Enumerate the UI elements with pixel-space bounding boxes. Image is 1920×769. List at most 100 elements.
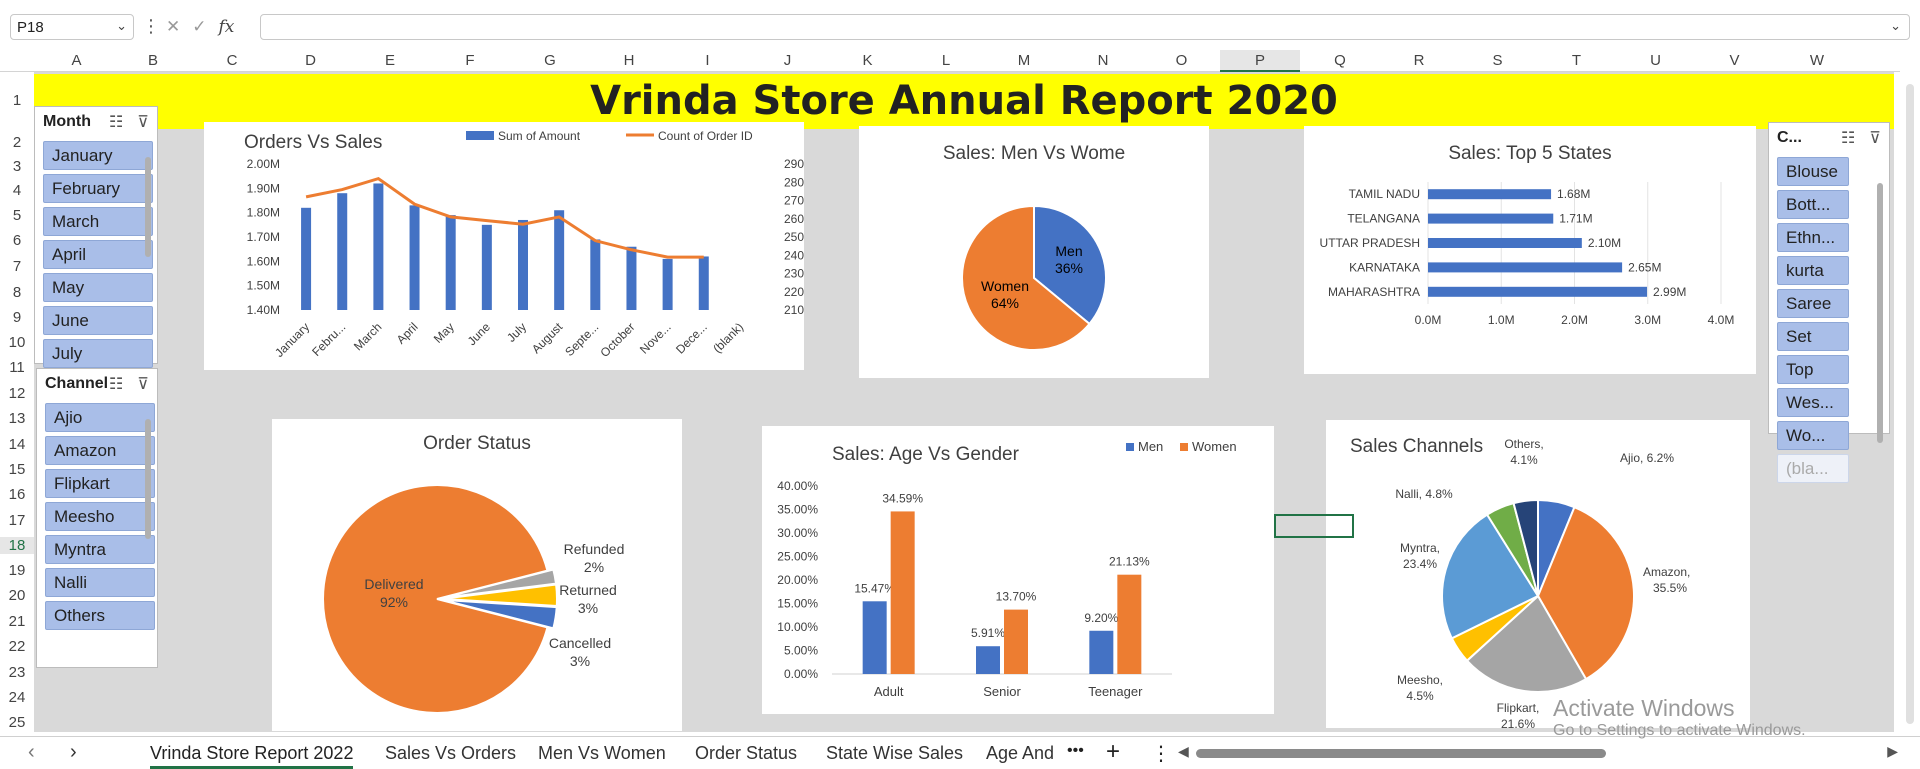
- category-slicer-item-3[interactable]: kurta: [1777, 256, 1849, 285]
- expand-formula-icon[interactable]: ⌄: [1890, 18, 1901, 34]
- category-slicer-item-4[interactable]: Saree: [1777, 289, 1849, 318]
- channel-slicer-item-3[interactable]: Meesho: [45, 502, 155, 531]
- order-status-chart[interactable]: Order Status Delivered 92% Refunded 2% Return…: [272, 419, 682, 731]
- sheet-tab-2[interactable]: Men Vs Women: [538, 743, 666, 764]
- formula-buttons: ✕ ✓ fx: [166, 15, 256, 39]
- multi-select-icon[interactable]: ☷: [1841, 128, 1855, 148]
- prev-sheet-icon[interactable]: ‹: [28, 741, 35, 764]
- insert-function-icon[interactable]: fx: [219, 17, 235, 37]
- chart-title: Sales: Top 5 States: [1448, 143, 1611, 164]
- horizontal-scrollbar[interactable]: ◀ ▶: [1178, 743, 1898, 761]
- row-header-20: 20: [8, 587, 26, 604]
- chart-title: Orders Vs Sales: [244, 132, 382, 153]
- month-slicer-item-0[interactable]: January: [43, 141, 153, 170]
- channel-slicer-item-5[interactable]: Nalli: [45, 568, 155, 597]
- x-tick: Dece...: [673, 320, 710, 357]
- sheet-tab-0[interactable]: Vrinda Store Report 2022: [150, 743, 354, 769]
- legend-label-women: Women: [1192, 439, 1237, 454]
- enter-icon[interactable]: ✓: [192, 17, 206, 37]
- month-slicer-scrollbar[interactable]: [145, 157, 151, 257]
- x-tick: 3.0M: [1634, 313, 1661, 327]
- sheet-menu-icon[interactable]: ⋮: [1151, 741, 1171, 766]
- channel-slicer: Channel ☷ ⊽ Ajio Amazon Flipkart Meesho Myntra…: [36, 368, 158, 668]
- x-tick: March: [351, 320, 384, 353]
- column-header-g: G: [544, 52, 556, 69]
- multi-select-icon[interactable]: ☷: [109, 112, 123, 132]
- row-header-25: 25: [8, 714, 26, 731]
- next-sheet-icon[interactable]: ›: [70, 741, 77, 764]
- bar-amount: [518, 219, 528, 310]
- category-slicer-item-9[interactable]: (bla...: [1777, 454, 1849, 483]
- orders-vs-sales-chart[interactable]: Orders Vs Sales Sum of Amount Count of Ord…: [204, 122, 811, 370]
- clear-filter-icon[interactable]: ⊽: [137, 112, 149, 132]
- month-slicer-item-3[interactable]: April: [43, 240, 153, 269]
- month-slicer-item-1[interactable]: February: [43, 174, 153, 203]
- row-header-7: 7: [12, 258, 22, 275]
- month-slicer-item-6[interactable]: July: [43, 339, 153, 368]
- bar-women: [890, 511, 915, 674]
- y-right-tick: 2200: [784, 285, 804, 299]
- row-header-8: 8: [12, 284, 22, 301]
- bar-amount: [554, 210, 565, 310]
- sheet-tab-5[interactable]: Age And: [986, 743, 1054, 764]
- data-label: Myntra,: [1400, 541, 1440, 555]
- selected-cell[interactable]: [1274, 514, 1354, 538]
- y-right-tick: 2100: [784, 303, 804, 317]
- channel-slicer-item-1[interactable]: Amazon: [45, 436, 155, 465]
- y-tick: 35.00%: [777, 503, 818, 517]
- more-sheets-icon[interactable]: •••: [1067, 742, 1084, 760]
- month-slicer-item-2[interactable]: March: [43, 207, 153, 236]
- category-slicer-item-0[interactable]: Blouse: [1777, 157, 1849, 186]
- multi-select-icon[interactable]: ☷: [109, 374, 123, 394]
- month-slicer-item-5[interactable]: June: [43, 306, 153, 335]
- sheet-area[interactable]: Vrinda Store Annual Report 2020 Month ☷ ⊽ …: [34, 72, 1894, 732]
- bar-amount: [409, 205, 420, 310]
- top-states-chart[interactable]: Sales: Top 5 States 0.0M 1.0M 2.0M 3.0M 4.0M T…: [1304, 126, 1756, 374]
- month-slicer-item-4[interactable]: May: [43, 273, 153, 302]
- legend-swatch-men: [1126, 443, 1134, 451]
- chart-title: Sales: Men Vs Wome: [943, 143, 1125, 164]
- channel-slicer-item-6[interactable]: Others: [45, 601, 155, 630]
- category-slicer-item-8[interactable]: Wo...: [1777, 421, 1849, 450]
- vertical-scrollbar[interactable]: [1900, 72, 1920, 736]
- x-tick: Senior: [983, 684, 1021, 699]
- category-slicer-item-1[interactable]: Bott...: [1777, 190, 1849, 219]
- channel-slicer-item-0[interactable]: Ajio: [45, 403, 155, 432]
- sheet-tab-4[interactable]: State Wise Sales: [826, 743, 963, 764]
- data-label: 34.59%: [882, 491, 923, 505]
- add-sheet-icon[interactable]: +: [1106, 738, 1120, 766]
- category-slicer-item-2[interactable]: Ethn...: [1777, 223, 1849, 252]
- category-slicer-item-5[interactable]: Set: [1777, 322, 1849, 351]
- data-label: 9.20%: [1084, 611, 1118, 625]
- bar-amount: [662, 258, 673, 310]
- men-vs-women-chart[interactable]: Sales: Men Vs Wome Men 36% Women 64%: [859, 126, 1209, 378]
- channel-slicer-scrollbar[interactable]: [145, 419, 151, 539]
- channel-slicer-item-2[interactable]: Flipkart: [45, 469, 155, 498]
- category-slicer-item-7[interactable]: Wes...: [1777, 388, 1849, 417]
- chevron-down-icon[interactable]: ⌄: [116, 18, 127, 34]
- bar-amount: [445, 215, 456, 310]
- row-header-17: 17: [8, 512, 26, 529]
- label-returned: Returned: [559, 582, 617, 598]
- category-slicer-title: C...: [1777, 129, 1802, 146]
- age-vs-gender-chart[interactable]: Sales: Age Vs Gender Men Women 0.00% 5.00% 10…: [762, 426, 1274, 714]
- column-header-e: E: [384, 52, 395, 69]
- more-options-icon[interactable]: ⋮: [142, 16, 160, 37]
- bar-women: [1117, 574, 1142, 674]
- x-tick: Febru...: [309, 320, 348, 359]
- sheet-tab-1[interactable]: Sales Vs Orders: [385, 743, 516, 764]
- sheet-tab-3[interactable]: Order Status: [695, 743, 797, 764]
- name-box[interactable]: P18 ⌄: [10, 14, 134, 40]
- category-slicer-scrollbar[interactable]: [1877, 183, 1883, 443]
- clear-filter-icon[interactable]: ⊽: [1869, 128, 1881, 148]
- channel-slicer-item-4[interactable]: Myntra: [45, 535, 155, 564]
- clear-filter-icon[interactable]: ⊽: [137, 374, 149, 394]
- y-right-tick: 2400: [784, 248, 804, 262]
- sales-channels-chart[interactable]: Sales Channels Ajio, 6.2% Amazon, 35.5% Flip…: [1326, 420, 1750, 731]
- cancel-icon[interactable]: ✕: [166, 17, 180, 37]
- watermark-title: Activate Windows: [1553, 695, 1735, 721]
- category-slicer-item-6[interactable]: Top: [1777, 355, 1849, 384]
- category-label: TAMIL NADU: [1349, 187, 1420, 201]
- x-tick: Septe...: [562, 320, 601, 359]
- formula-input[interactable]: ⌄: [260, 14, 1910, 40]
